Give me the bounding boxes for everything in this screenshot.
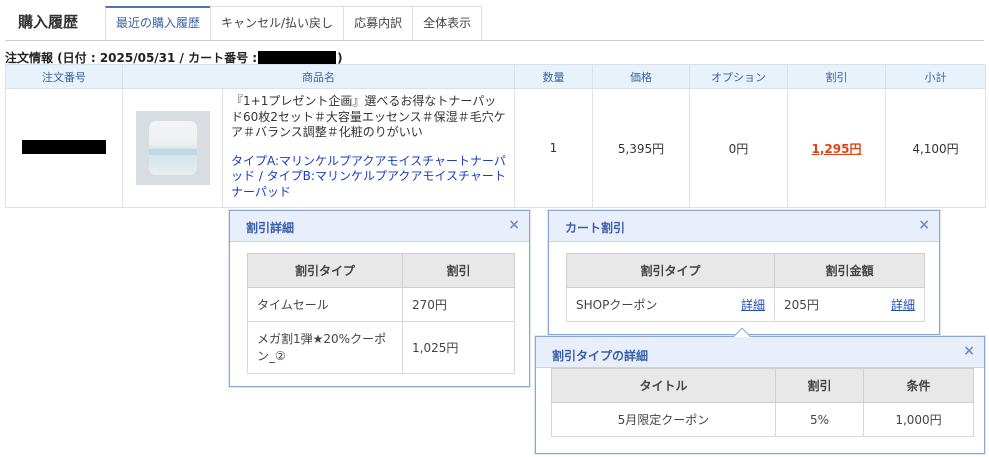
col-discount-type: 割引タイプ — [247, 253, 403, 288]
table-row: SHOPクーポン 詳細 205円 詳細 — [566, 287, 925, 322]
detail-link[interactable]: 詳細 — [891, 296, 915, 313]
col-discount: 割引 — [787, 64, 886, 89]
col-discount-amount: 割引 — [402, 253, 515, 288]
tab-application-details[interactable]: 応募内訳 — [343, 6, 414, 41]
order-number-cell — [5, 88, 123, 208]
discount-amount-cell: 270円 — [402, 287, 515, 322]
product-info-cell: 『1+1プレゼント企画』選べるお得なトナーパッド60枚2セット＃大容量エッセンス… — [222, 88, 515, 208]
discount-detail-table: 割引タイプ 割引 タイムセール 270円 メガ割1弾★20%クーポン_② 1,0… — [247, 253, 515, 374]
discount-type-cell: SHOPクーポン 詳細 — [566, 287, 775, 322]
product-jar-band — [148, 149, 197, 155]
close-icon[interactable]: × — [918, 217, 930, 233]
coupon-type: SHOPクーポン — [576, 298, 658, 312]
popup-header: カート割引 × — [549, 211, 939, 242]
popup-header: 割引タイプの詳細 × — [536, 337, 984, 368]
col-option: オプション — [689, 64, 788, 89]
col-product-name: 商品名 — [122, 64, 515, 89]
option-cell: 0円 — [689, 88, 788, 208]
order-info-suffix: ) — [337, 50, 343, 65]
discount-amount-cell: 1,025円 — [402, 321, 515, 374]
table-row: タイムセール 270円 — [247, 287, 515, 322]
col-quantity: 数量 — [514, 64, 593, 89]
col-discount-amount: 割引金額 — [774, 253, 925, 288]
popup-header: 割引詳細 × — [230, 211, 529, 242]
order-table: 注文番号 商品名 数量 価格 オプション 割引 小計 『1+1プレゼント企画』選… — [5, 64, 986, 208]
coupon-discount-cell: 5% — [775, 402, 864, 437]
redacted-cart-number — [258, 50, 337, 65]
discount-detail-popup: 割引詳細 × 割引タイプ 割引 タイムセール 270円 メガ割1弾★20%クーポ… — [229, 210, 530, 387]
close-icon[interactable]: × — [508, 217, 520, 233]
col-title: タイトル — [551, 368, 776, 403]
table-row: メガ割1弾★20%クーポン_② 1,025円 — [247, 321, 515, 374]
price-cell: 5,395円 — [592, 88, 690, 208]
discount-cell: 1,295円 — [787, 88, 886, 208]
product-title[interactable]: 『1+1プレゼント企画』選べるお得なトナーパッド60枚2セット＃大容量エッセンス… — [231, 94, 506, 141]
coupon-amount: 205円 — [784, 298, 819, 312]
page-title: 購入履歴 — [18, 13, 79, 31]
cart-discount-table: 割引タイプ 割引金額 SHOPクーポン 詳細 205円 詳細 — [566, 253, 925, 322]
tab-show-all[interactable]: 全体表示 — [412, 6, 483, 41]
subtotal-cell: 4,100円 — [885, 88, 986, 208]
popup-title: カート割引 — [565, 221, 626, 235]
cart-discount-popup: カート割引 × 割引タイプ 割引金額 SHOPクーポン 詳細 205円 詳細 — [548, 210, 940, 335]
popup-title: 割引タイプの詳細 — [552, 349, 649, 363]
header-divider — [5, 40, 984, 41]
table-row: 『1+1プレゼント企画』選べるお得なトナーパッド60枚2セット＃大容量エッセンス… — [5, 88, 986, 208]
redacted-order-number — [22, 139, 106, 154]
popup-title: 割引詳細 — [246, 221, 295, 235]
discount-link[interactable]: 1,295円 — [812, 142, 862, 156]
col-discount-type: 割引タイプ — [566, 253, 775, 288]
discount-type-popup: 割引タイプの詳細 × タイトル 割引 条件 5月限定クーポン 5% 1,000円 — [535, 327, 985, 454]
discount-type-cell: タイムセール — [247, 287, 403, 322]
discount-amount-cell: 205円 詳細 — [774, 287, 925, 322]
quantity-cell: 1 — [514, 88, 593, 208]
discount-type-table: タイトル 割引 条件 5月限定クーポン 5% 1,000円 — [551, 368, 974, 437]
product-option: タイプA:マリンケルプアクアモイスチャートナーパッド / タイプB:マリンケルプ… — [231, 153, 506, 199]
tab-bar: 最近の購入履歴 キャンセル/払い戻し 応募内訳 全体表示 — [105, 6, 483, 41]
col-condition: 条件 — [863, 368, 974, 403]
col-discount: 割引 — [775, 368, 864, 403]
coupon-condition-cell: 1,000円 — [863, 402, 974, 437]
col-subtotal: 小計 — [885, 64, 986, 89]
product-thumbnail[interactable] — [135, 111, 210, 185]
detail-link[interactable]: 詳細 — [741, 296, 765, 313]
close-icon[interactable]: × — [963, 343, 975, 359]
product-thumbnail-cell — [122, 88, 223, 208]
product-jar-image — [148, 121, 197, 175]
table-row: 5月限定クーポン 5% 1,000円 — [551, 402, 974, 437]
col-order-number: 注文番号 — [5, 64, 123, 89]
discount-type-cell: メガ割1弾★20%クーポン_② — [247, 321, 403, 374]
col-price: 価格 — [592, 64, 690, 89]
tab-recent-purchases[interactable]: 最近の購入履歴 — [105, 6, 212, 41]
tab-cancel-refund[interactable]: キャンセル/払い戻し — [210, 6, 345, 41]
coupon-title-cell: 5月限定クーポン — [551, 402, 776, 437]
